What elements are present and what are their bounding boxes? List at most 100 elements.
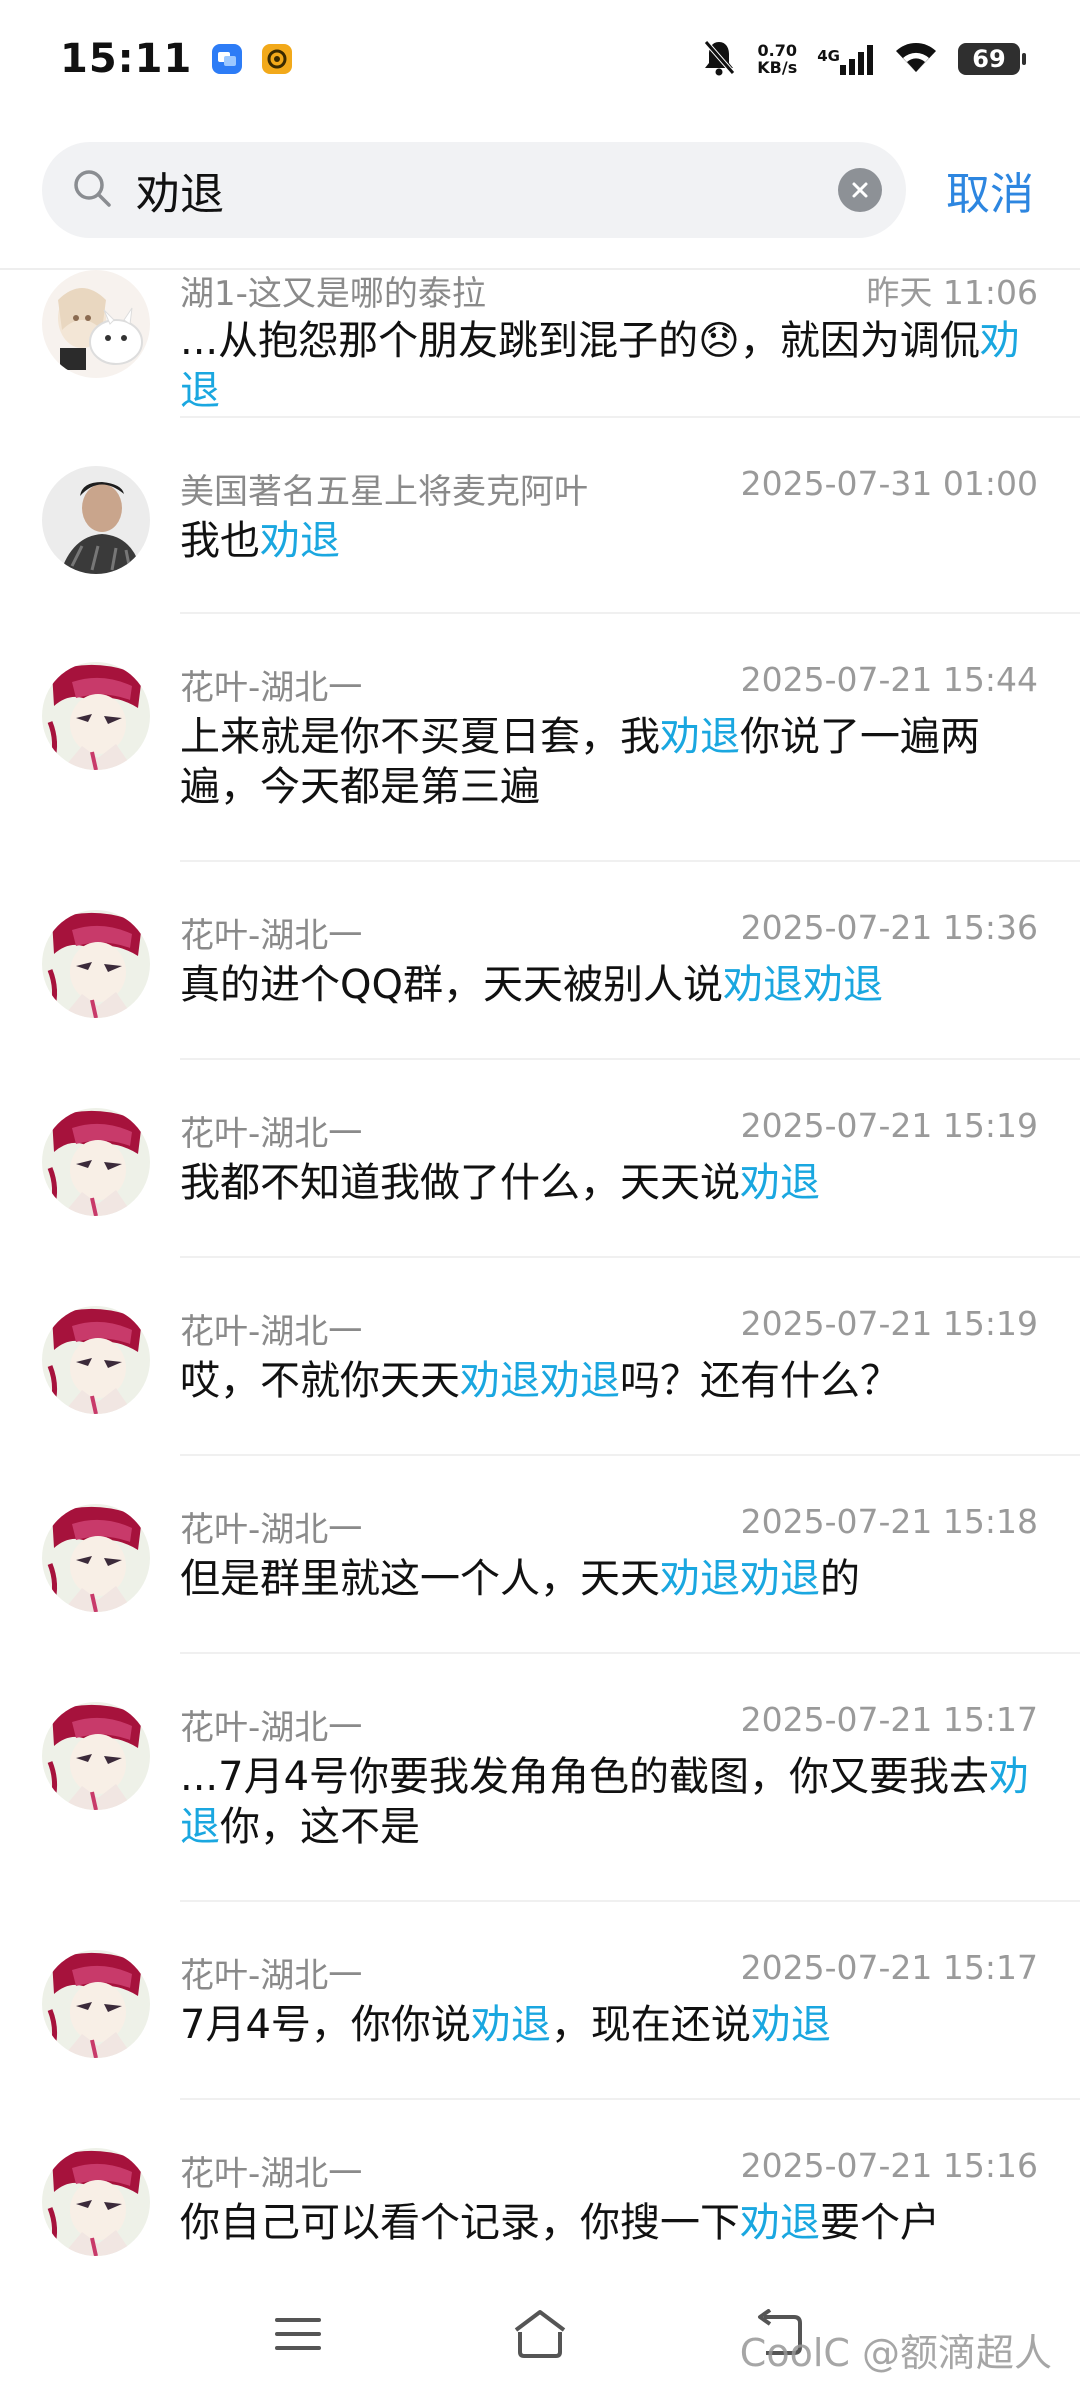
message-text: ...7月4号你要我发角角色的截图，你又要我去	[180, 1754, 990, 1800]
message-text: 真的进个QQ群，天天被别人说	[180, 962, 723, 1008]
message-time: 2025-07-21 15:17	[740, 1700, 1038, 1739]
search-result-item[interactable]: 花叶-湖北一 2025-07-21 15:36 真的进个QQ群，天天被别人说劝退劝退	[0, 862, 1080, 1060]
keyword-highlight: 劝退劝退	[722, 962, 883, 1008]
home-icon	[514, 2310, 566, 2358]
avatar	[42, 662, 150, 770]
search-row: 取消	[0, 140, 1080, 240]
search-box[interactable]	[42, 142, 906, 238]
search-icon	[72, 168, 112, 212]
keyword-highlight: 劝退	[470, 2002, 551, 2048]
keyword-highlight: 劝退	[740, 1160, 820, 1206]
battery-indicator: 69	[958, 43, 1026, 75]
sender-name: 花叶-湖北一	[180, 1956, 363, 1996]
sender-name: 花叶-湖北一	[180, 2154, 363, 2194]
search-result-item[interactable]: 花叶-湖北一 2025-07-21 15:17 ...7月4号你要我发角角色的截图，…	[0, 1654, 1080, 1902]
avatar	[42, 1504, 150, 1612]
sender-name: 湖1-这又是哪的泰拉	[180, 274, 486, 314]
watermark: CoolC @额滴超人	[739, 2331, 1052, 2375]
message-text: 的	[820, 1556, 860, 1602]
message-time: 2025-07-21 15:19	[740, 1304, 1038, 1343]
message-snippet: 我都不知道我做了什么，天天说劝退	[180, 1158, 1040, 1208]
sender-name: 花叶-湖北一	[180, 916, 363, 956]
recent-apps-button[interactable]	[258, 2304, 338, 2364]
status-right: 0.70 KB/s 4G 69	[701, 38, 1026, 80]
avatar	[42, 1950, 150, 2058]
message-time: 2025-07-21 15:16	[740, 2146, 1038, 2185]
clear-search-button[interactable]	[838, 168, 882, 212]
message-snippet: 上来就是你不买夏日套，我劝退你说了一遍两遍，今天都是第三遍	[180, 712, 1040, 812]
keyword-highlight: 劝退劝退	[660, 1556, 820, 1602]
search-result-item[interactable]: 花叶-湖北一 2025-07-21 15:19 我都不知道我做了什么，天天说劝退	[0, 1060, 1080, 1258]
menu-icon	[275, 2318, 321, 2350]
message-text: 你自己可以看个记录，你搜一下	[180, 2200, 740, 2246]
sender-name: 花叶-湖北一	[180, 1708, 363, 1748]
message-time: 2025-07-31 01:00	[740, 464, 1038, 503]
message-text: 我都不知道我做了什么，天天说	[180, 1160, 740, 1206]
message-text: 要个户	[820, 2200, 940, 2246]
network-type: 4G	[817, 47, 840, 65]
message-text: 7月4号，你你说	[180, 2002, 471, 2048]
message-time: 2025-07-21 15:17	[740, 1948, 1038, 1987]
search-result-item[interactable]: 花叶-湖北一 2025-07-21 15:18 但是群里就这一个人，天天劝退劝退的	[0, 1456, 1080, 1654]
message-snippet: ...7月4号你要我发角角色的截图，你又要我去劝退你，这不是	[180, 1752, 1040, 1852]
speed-unit: KB/s	[757, 58, 798, 77]
sender-name: 花叶-湖北一	[180, 1510, 363, 1550]
speed-value: 0.70	[757, 41, 797, 60]
avatar	[42, 1108, 150, 1216]
avatar	[42, 910, 150, 1018]
message-snippet: 真的进个QQ群，天天被别人说劝退劝退	[180, 960, 1040, 1010]
message-text: 你，这不是	[220, 1804, 420, 1850]
keyword-highlight: 劝退	[260, 518, 340, 564]
message-time: 2025-07-21 15:18	[740, 1502, 1038, 1541]
system-nav-bar: CoolC @额滴超人	[0, 2268, 1080, 2400]
message-time: 2025-07-21 15:36	[740, 908, 1038, 947]
keyword-highlight: 劝退劝退	[460, 1358, 620, 1404]
avatar	[42, 466, 150, 574]
search-result-item[interactable]: 花叶-湖北一 2025-07-21 15:44 上来就是你不买夏日套，我劝退你说了一…	[0, 614, 1080, 862]
search-result-item[interactable]: 美国著名五星上将麦克阿叶 2025-07-31 01:00 我也劝退	[0, 418, 1080, 614]
sender-name: 美国著名五星上将麦克阿叶	[180, 472, 588, 512]
message-time: 昨天 11:06	[866, 273, 1038, 312]
message-text: 哎，不就你天天	[180, 1358, 460, 1404]
message-text: 上来就是你不买夏日套，我	[180, 714, 660, 760]
message-snippet: 7月4号，你你说劝退，现在还说劝退	[180, 2000, 1040, 2050]
sender-name: 花叶-湖北一	[180, 1312, 363, 1352]
message-snippet: 我也劝退	[180, 516, 1040, 566]
search-result-item[interactable]: 花叶-湖北一 2025-07-21 15:19 哎，不就你天天劝退劝退吗？还有什么？	[0, 1258, 1080, 1456]
keyword-highlight: 劝退	[660, 714, 740, 760]
message-text: 我也	[180, 518, 260, 564]
home-button[interactable]	[500, 2304, 580, 2364]
search-result-item[interactable]: 湖1-这又是哪的泰拉 昨天 11:06 ...从抱怨那个朋友跳到混子的😞，就因为调侃…	[0, 270, 1080, 418]
search-results-list: 湖1-这又是哪的泰拉 昨天 11:06 ...从抱怨那个朋友跳到混子的😞，就因为调侃…	[0, 270, 1080, 2268]
search-result-item[interactable]: 花叶-湖北一 2025-07-21 15:17 7月4号，你你说劝退，现在还说劝退	[0, 1902, 1080, 2100]
message-text: ，现在还说	[550, 2002, 751, 2048]
sender-name: 花叶-湖北一	[180, 1114, 363, 1154]
status-left: 15:11	[60, 36, 293, 82]
message-text: ，就因为调侃	[739, 318, 980, 364]
close-icon	[852, 182, 868, 198]
notification-app-icon-2	[262, 44, 293, 74]
message-snippet: 哎，不就你天天劝退劝退吗？还有什么？	[180, 1356, 1040, 1406]
search-input[interactable]	[134, 163, 816, 217]
message-text: ...从抱怨那个朋友跳到混子的	[180, 318, 699, 364]
status-time: 15:11	[60, 36, 193, 82]
message-snippet: 你自己可以看个记录，你搜一下劝退要个户	[180, 2198, 1040, 2248]
cell-signal-icon: 4G	[817, 43, 874, 75]
avatar	[42, 1702, 150, 1810]
notification-app-icon	[212, 44, 243, 74]
avatar	[42, 2148, 150, 2256]
search-result-item[interactable]: 花叶-湖北一 2025-07-21 15:16 你自己可以看个记录，你搜一下劝退要个…	[0, 2100, 1080, 2268]
keyword-highlight: 劝退	[740, 2200, 820, 2246]
avatar	[42, 1306, 150, 1414]
status-bar: 15:11 0.70 KB/s 4G 69	[0, 0, 1080, 118]
message-text: 吗？还有什么？	[620, 1358, 900, 1404]
sender-name: 花叶-湖北一	[180, 668, 363, 708]
cancel-button[interactable]: 取消	[946, 158, 1034, 222]
mute-bell-icon	[701, 38, 737, 80]
message-time: 2025-07-21 15:19	[740, 1106, 1038, 1145]
message-snippet: 但是群里就这一个人，天天劝退劝退的	[180, 1554, 1040, 1604]
message-time: 2025-07-21 15:44	[740, 660, 1038, 699]
message-snippet: ...从抱怨那个朋友跳到混子的😞，就因为调侃劝退	[180, 316, 1040, 416]
wifi-icon	[894, 40, 938, 78]
disappointed-emoji-icon: 😞	[698, 318, 740, 364]
